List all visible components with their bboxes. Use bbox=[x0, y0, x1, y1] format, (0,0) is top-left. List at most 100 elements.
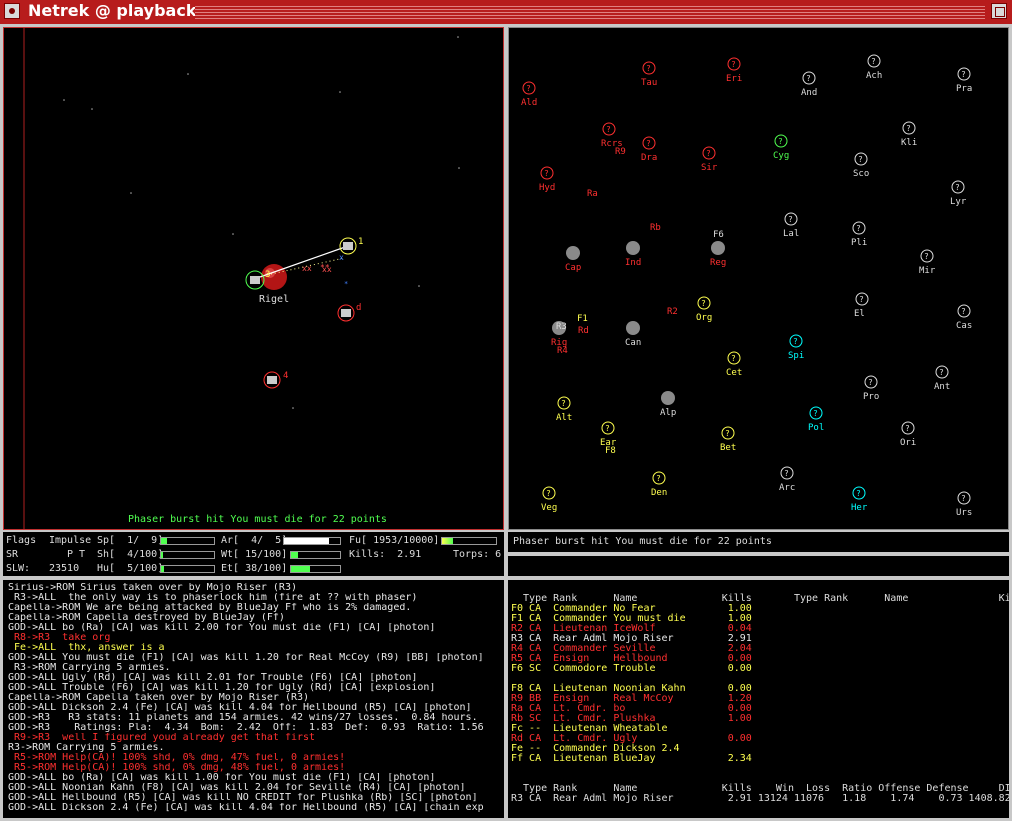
planet-ach-mark: ? bbox=[871, 57, 876, 66]
planet-ald-mark: ? bbox=[526, 84, 531, 93]
planet-den-label: Den bbox=[651, 488, 667, 498]
log-line: R5->ROM Help(CA)! 100% shd, 0% dmg, 47% … bbox=[8, 753, 346, 763]
ship-3-hull bbox=[250, 276, 260, 284]
slw-value: 23510 bbox=[49, 563, 80, 574]
planet-cas-label: Cas bbox=[956, 321, 972, 331]
planet-org-label: Org bbox=[696, 313, 712, 323]
ship-r2-label[interactable]: R2 bbox=[667, 307, 678, 317]
status-hud: Flags Impulse Sp[ 1/ 9] Ar[ 4/ 5] Fu[ 19… bbox=[3, 532, 504, 576]
window-title: Netrek @ playback bbox=[28, 1, 197, 20]
speed-readout: Sp[ 1/ 9] bbox=[97, 535, 164, 546]
log-line: GOD->R3 R3 stats: 11 planets and 154 arm… bbox=[8, 713, 478, 723]
planet-reg-icon[interactable] bbox=[711, 241, 725, 255]
ship-r9-label[interactable]: R9 bbox=[615, 147, 626, 157]
tactical-view[interactable]: Rigel xx ** xx x * 1 3 d 4 Phaser burst … bbox=[3, 27, 504, 530]
player-row[interactable]: Ff CA Lieutenan BlueJay 2.34 bbox=[511, 754, 752, 764]
planet-pra-label: Pra bbox=[956, 84, 972, 94]
log-line: R3->ROM Carrying 5 armies. bbox=[8, 663, 171, 673]
ship-r3-label[interactable]: R3 bbox=[556, 322, 567, 332]
planet-cap-icon[interactable] bbox=[566, 246, 580, 260]
ship-r4-label: 4 bbox=[283, 371, 288, 381]
message-input[interactable] bbox=[508, 556, 1009, 576]
stars bbox=[63, 36, 460, 409]
planet-reg-label: Reg bbox=[710, 258, 726, 268]
torp-blue: * bbox=[344, 280, 348, 288]
log-line: GOD->ALL bo (Ra) [CA] was kill 2.00 for … bbox=[8, 623, 436, 633]
armies-readout: Ar[ 4/ 5] bbox=[221, 535, 288, 546]
planet-dra-label: Dra bbox=[641, 153, 657, 163]
ship-rd-label: d bbox=[356, 303, 361, 313]
planet-kli-mark: ? bbox=[906, 124, 911, 133]
log-line: R3->ROM Carrying 5 armies. bbox=[8, 743, 165, 753]
planet-and-label: And bbox=[801, 88, 817, 98]
planet-ach-label: Ach bbox=[866, 71, 882, 81]
planet-can-icon[interactable] bbox=[626, 321, 640, 335]
ship-rd-label[interactable]: Rd bbox=[578, 326, 589, 336]
planet-veg-mark: ? bbox=[546, 489, 551, 498]
message-log[interactable]: Sirius->ROM Sirius taken over by Mojo Ri… bbox=[3, 580, 504, 818]
ship-r4-label[interactable]: R4 bbox=[557, 346, 568, 356]
title-stripes bbox=[195, 4, 985, 20]
galactic-svg: ?Ald?Tau?Eri ?And?Ach ?Pra?Rcrs ?Dra ?Sir?Cy… bbox=[521, 54, 972, 518]
planet-alp-icon[interactable] bbox=[661, 391, 675, 405]
window-maximize-button[interactable] bbox=[991, 3, 1007, 19]
planet-her-mark: ? bbox=[856, 489, 861, 498]
planet-cet-label: Cet bbox=[726, 368, 742, 378]
planet-spi-mark: ? bbox=[793, 337, 798, 346]
log-line: R9->R3 well I figured youd already get t… bbox=[8, 733, 316, 743]
menu-dot-icon bbox=[9, 8, 15, 14]
galactic-map[interactable]: ? Ald? Tau? Eri? And? Ach? Pra? Rcrs? Dra? Sir? Cy… bbox=[508, 27, 1009, 530]
hull-bar bbox=[160, 565, 215, 573]
planet-alt-mark: ? bbox=[561, 399, 566, 408]
ship-3-label: 3 bbox=[265, 270, 270, 280]
planet-cyg-mark: ? bbox=[778, 137, 783, 146]
log-line: GOD->R3 Ratings: Pla: 4.34 Bom: 2.42 Off… bbox=[8, 723, 484, 733]
planet-ant-mark: ? bbox=[939, 368, 944, 377]
planet-and-mark: ? bbox=[806, 74, 811, 83]
planet-pol-label: Pol bbox=[808, 423, 824, 433]
planet-lal-label: Lal bbox=[783, 229, 799, 239]
planet-her-label: Her bbox=[851, 503, 868, 513]
planet-pro-label: Pro bbox=[863, 392, 879, 402]
ship-ra-label[interactable]: Ra bbox=[587, 189, 598, 199]
ship-f1-label[interactable]: F1 bbox=[577, 314, 588, 324]
planet-lal-mark: ? bbox=[788, 215, 793, 224]
etemp-bar bbox=[290, 565, 341, 573]
planet-ant-label: Ant bbox=[934, 382, 950, 392]
log-line: R5->ROM Help(CA)! 100% shd, 0% dmg, 48% … bbox=[8, 763, 346, 773]
planet-eri-mark: ? bbox=[731, 60, 736, 69]
ship-rb-label[interactable]: Rb bbox=[650, 223, 661, 233]
planet-veg-label: Veg bbox=[541, 503, 557, 513]
slw-label: SLW: bbox=[6, 563, 31, 574]
planet-hyd-mark: ? bbox=[544, 169, 549, 178]
planet-ind-icon[interactable] bbox=[626, 241, 640, 255]
log-line: GOD->ALL Noonian Kahn (F8) [CA] was kill… bbox=[8, 783, 466, 793]
player-row[interactable]: F6 SC Commodore Trouble 0.00 bbox=[511, 664, 752, 674]
planet-sir-label: Sir bbox=[701, 163, 718, 173]
tactical-svg: Rigel xx ** xx x * 1 3 d 4 Phaser burst … bbox=[23, 28, 460, 529]
ship-rd-hull bbox=[341, 309, 351, 317]
planet-ald-label: Ald bbox=[521, 98, 537, 108]
fuel-readout: Fu[ 1953/10000] bbox=[349, 535, 440, 546]
ship-f6-label[interactable]: F6 bbox=[713, 230, 724, 240]
wtemp-readout: Wt[ 15/100] bbox=[221, 549, 288, 560]
etemp-readout: Et[ 38/100] bbox=[221, 563, 288, 574]
log-line: GOD->ALL Dickson 2.4 (Fe) [CA] was kill … bbox=[8, 803, 484, 813]
planet-cap-label: Cap bbox=[565, 263, 581, 273]
flags-label: Flags bbox=[6, 535, 37, 546]
wtemp-bar bbox=[290, 551, 341, 559]
ship-f8-label[interactable]: F8 bbox=[605, 446, 616, 456]
kills-readout: Kills: 2.91 bbox=[349, 549, 422, 560]
log-line: GOD->ALL Ugly (Rd) [CA] was kill 2.01 fo… bbox=[8, 673, 418, 683]
log-line: Fe->ALL thx, answer is a bbox=[8, 643, 165, 653]
sr-label: SR bbox=[6, 549, 19, 560]
planet-sco-mark: ? bbox=[858, 155, 863, 164]
planet-ind-label: Ind bbox=[625, 258, 641, 268]
window-menu-button[interactable] bbox=[4, 3, 20, 19]
planet-sir-mark: ? bbox=[706, 149, 711, 158]
planet-org-mark: ? bbox=[701, 299, 706, 308]
log-line: R3->ALL the only way is to phaserlock hi… bbox=[8, 593, 418, 603]
tactical-message: Phaser burst hit You must die for 22 poi… bbox=[128, 514, 387, 525]
planet-mir-label: Mir bbox=[919, 266, 936, 276]
torps-readout: Torps: 6 bbox=[453, 549, 502, 560]
